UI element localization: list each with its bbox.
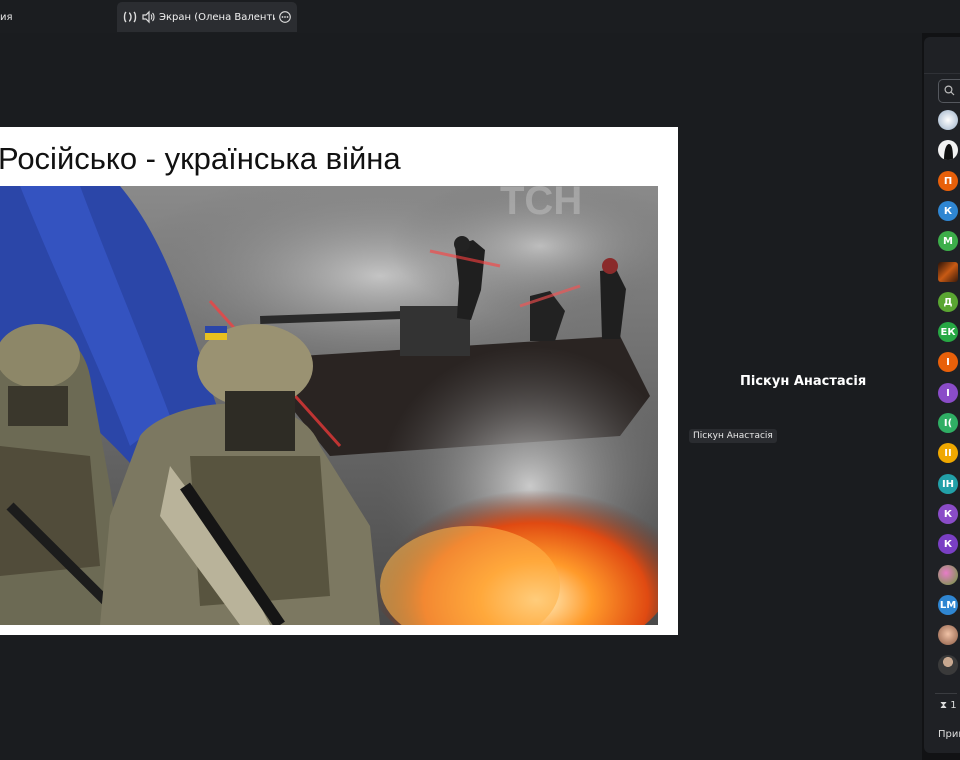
participant-initials: Д [943, 296, 953, 308]
participant-initials: LM [939, 599, 957, 611]
participant-avatar[interactable]: Д [938, 292, 958, 312]
tab-previous-label: ия [0, 11, 13, 23]
search-icon [944, 85, 955, 96]
participant-avatar[interactable]: К [938, 504, 958, 524]
war-illustration-image: ТСН [0, 186, 658, 625]
participant-initials: К [943, 508, 953, 520]
participant-initials: К [943, 205, 953, 217]
tab-bar: ия Экран (Олена Валентинівна [0, 0, 960, 33]
speaker-icon[interactable] [141, 10, 155, 24]
participant-initials: ІН [941, 478, 955, 490]
participant-avatar[interactable]: П [938, 171, 958, 191]
more-icon[interactable] [279, 11, 291, 23]
participant-initials: І [946, 356, 950, 368]
list-divider [935, 693, 957, 694]
participant-avatar[interactable]: ІН [938, 474, 958, 494]
participant-avatar[interactable]: К [938, 534, 958, 554]
participant-initials: І( [943, 417, 953, 429]
participant-search-input[interactable] [938, 79, 960, 103]
active-speaker-name: Піскун Анастасія [740, 374, 867, 389]
waiting-count: ⧗ 1 [940, 700, 957, 711]
participants-panel-header [924, 37, 960, 74]
participant-avatar[interactable] [938, 565, 958, 585]
participant-avatar[interactable]: ІІ [938, 443, 958, 463]
participant-avatar[interactable]: І [938, 383, 958, 403]
participant-avatar[interactable]: І [938, 352, 958, 372]
slide-title: Російсько - українська війна [0, 141, 401, 176]
participant-initials: М [943, 235, 953, 247]
watermark-text: ТСН [500, 186, 582, 223]
hourglass-icon: ⧗ [940, 700, 948, 711]
participant-avatar[interactable]: ЕК [938, 322, 958, 342]
participant-avatar[interactable] [938, 110, 958, 130]
camera-icon [123, 10, 137, 24]
participant-initials: К [943, 538, 953, 550]
waiting-count-value: 1 [950, 700, 957, 711]
participant-initials: П [943, 175, 953, 187]
participant-avatar[interactable]: М [938, 231, 958, 251]
participant-initials: ЕК [940, 326, 956, 338]
participant-initials: ІІ [944, 447, 952, 459]
participant-avatar[interactable] [938, 625, 958, 645]
presentation-slide: Російсько - українська війна ТСН [0, 127, 678, 635]
tab-screen-share-label: Экран (Олена Валентинівна [159, 11, 275, 23]
participant-avatar[interactable]: К [938, 201, 958, 221]
participant-avatar[interactable]: LM [938, 595, 958, 615]
participants-sidebar: ПКМДЕКІІІ(ІІІНККLM ⧗ 1 Приг [922, 33, 960, 760]
speaker-name-tag: Піскун Анастасія [689, 429, 777, 443]
participant-avatar[interactable] [938, 140, 958, 160]
participant-avatar[interactable] [938, 262, 958, 282]
invite-button[interactable]: Приг [938, 729, 960, 740]
participant-initials: І [946, 387, 950, 399]
tab-previous[interactable]: ия [0, 4, 115, 30]
tab-screen-share[interactable]: Экран (Олена Валентинівна [117, 2, 297, 32]
participant-avatar[interactable] [938, 655, 958, 675]
participant-avatar[interactable]: І( [938, 413, 958, 433]
